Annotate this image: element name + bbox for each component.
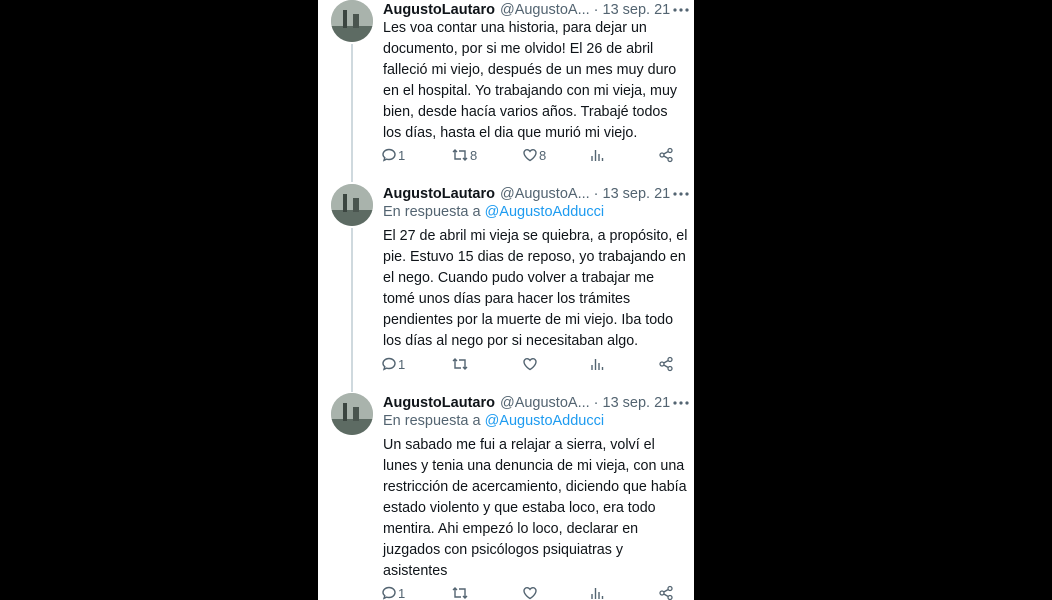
reply-count: 1: [398, 585, 406, 600]
reply-prefix: En respuesta a: [383, 413, 485, 429]
share-icon: [659, 585, 673, 600]
tweet-actions: 1: [381, 354, 681, 374]
share-button[interactable]: [658, 145, 674, 165]
tweet-actions: 1 8 8: [381, 145, 681, 165]
reply-button[interactable]: 1: [381, 354, 405, 374]
retweet-icon: [452, 358, 468, 370]
reply-context: En respuesta a @AugustoAdducci: [383, 413, 604, 429]
avatar[interactable]: [331, 184, 373, 226]
tweet[interactable]: AugustoLautaro @AugustoA... · 13 sep. 21…: [318, 0, 694, 180]
more-dots-icon[interactable]: [670, 393, 692, 413]
share-icon: [659, 356, 673, 372]
reply-context: En respuesta a @AugustoAdducci: [383, 204, 604, 220]
heart-icon: [523, 586, 537, 600]
share-icon: [659, 147, 673, 163]
author-handle[interactable]: @AugustoA...: [500, 186, 590, 202]
reply-bubble-icon: [382, 357, 396, 371]
reply-prefix: En respuesta a: [383, 204, 485, 220]
separator-dot: ·: [593, 2, 599, 18]
tweet-text: El 27 de abril mi vieja se quiebra, a pr…: [383, 228, 688, 349]
views-bar-chart-icon: [591, 150, 604, 161]
tweet-actions: 1: [381, 583, 681, 600]
reply-button[interactable]: 1: [381, 145, 405, 165]
reply-mention-link[interactable]: @AugustoAdducci: [485, 413, 605, 429]
like-button[interactable]: [522, 354, 539, 374]
reply-count: 1: [398, 147, 406, 163]
tweet-text: Un sabado me fui a relajar a sierra, vol…: [383, 437, 687, 579]
tweet[interactable]: AugustoLautaro @AugustoA... · 13 sep. 21…: [318, 184, 694, 390]
reply-count: 1: [398, 356, 406, 372]
share-button[interactable]: [658, 354, 674, 374]
tweet-header: AugustoLautaro @AugustoA... · 13 sep. 21: [383, 393, 684, 413]
tweet-date[interactable]: 13 sep. 21: [603, 2, 671, 18]
like-count: 8: [539, 147, 547, 163]
share-button[interactable]: [658, 583, 674, 600]
views-button[interactable]: [589, 145, 605, 165]
author-handle[interactable]: @AugustoA...: [500, 2, 590, 18]
retweet-count: 8: [470, 147, 478, 163]
reply-bubble-icon: [382, 148, 396, 162]
like-button[interactable]: [522, 583, 539, 600]
views-button[interactable]: [589, 354, 605, 374]
more-dots-icon[interactable]: [670, 184, 692, 204]
retweet-button[interactable]: [451, 354, 470, 374]
retweet-button[interactable]: 8: [451, 145, 477, 165]
reply-bubble-icon: [382, 586, 396, 600]
avatar[interactable]: [331, 393, 373, 435]
tweet[interactable]: AugustoLautaro @AugustoA... · 13 sep. 21…: [318, 393, 694, 600]
like-button[interactable]: 8: [522, 145, 546, 165]
heart-icon: [523, 357, 537, 371]
views-bar-chart-icon: [591, 588, 604, 599]
tweet-thread-panel: AugustoLautaro @AugustoA... · 13 sep. 21…: [318, 0, 694, 600]
tweet-header: AugustoLautaro @AugustoA... · 13 sep. 21: [383, 184, 684, 204]
author-name[interactable]: AugustoLautaro: [383, 186, 495, 202]
author-name[interactable]: AugustoLautaro: [383, 2, 495, 18]
avatar[interactable]: [331, 0, 373, 42]
views-button[interactable]: [589, 583, 605, 600]
author-name[interactable]: AugustoLautaro: [383, 395, 495, 411]
tweet-date[interactable]: 13 sep. 21: [603, 186, 671, 202]
tweet-header: AugustoLautaro @AugustoA... · 13 sep. 21: [383, 0, 684, 20]
tweet-text: Les voa contar una historia, para dejar …: [383, 20, 678, 141]
retweet-button[interactable]: [451, 583, 470, 600]
heart-icon: [523, 148, 537, 162]
retweet-icon: [452, 149, 468, 161]
separator-dot: ·: [593, 186, 599, 202]
retweet-icon: [452, 587, 468, 599]
reply-button[interactable]: 1: [381, 583, 405, 600]
views-bar-chart-icon: [591, 359, 604, 370]
author-handle[interactable]: @AugustoA...: [500, 395, 590, 411]
separator-dot: ·: [593, 395, 599, 411]
tweet-date[interactable]: 13 sep. 21: [603, 395, 671, 411]
reply-mention-link[interactable]: @AugustoAdducci: [485, 204, 605, 220]
more-dots-icon[interactable]: [670, 0, 692, 20]
